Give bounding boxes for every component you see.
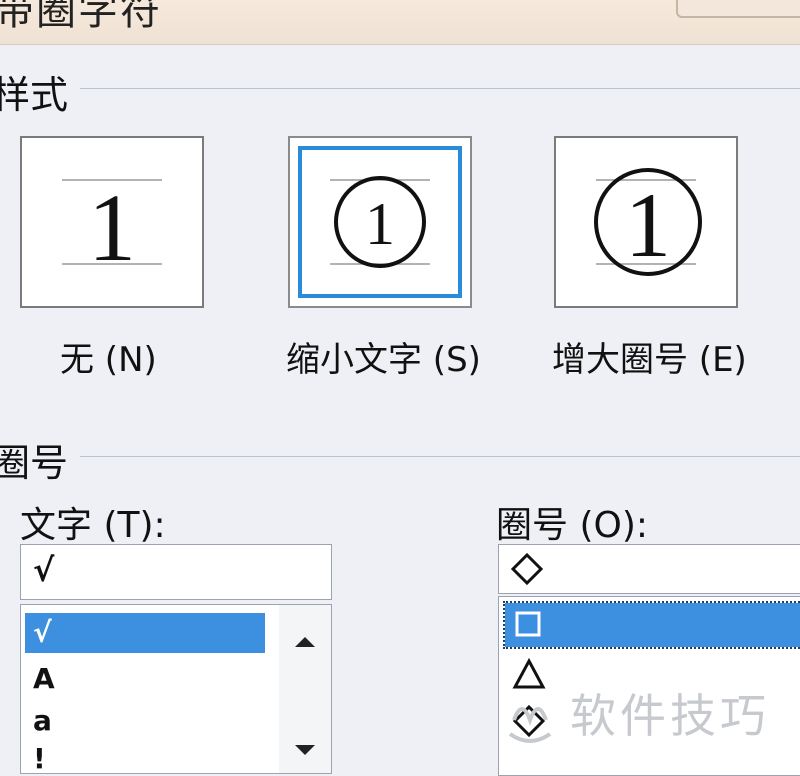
style-section-label: 样式 [0,73,69,117]
style-option-shrink-text[interactable]: 1 [288,136,472,308]
ring-section-divider [80,456,800,457]
scroll-down-icon[interactable] [295,745,315,755]
ring-section-label: 圈号 [0,441,69,485]
text-listbox[interactable]: √ A a ! [20,604,332,774]
ring-list-item[interactable] [503,601,800,649]
close-button[interactable] [676,0,800,18]
enclosure-circle-icon [334,176,426,268]
text-list-item[interactable]: a [25,701,265,741]
text-field-label: 文字 (T): [20,505,166,546]
style-option-enlarge-ring[interactable]: 1 [554,136,738,308]
style-option-shrink-label: 缩小文字 (S) [286,340,481,380]
triangle-icon [512,657,546,689]
style-glyph-shrink: 1 [365,191,395,257]
style-preview-enlarge: 1 [594,168,702,276]
text-input[interactable]: √ [20,544,332,600]
title-bar: 带圈字符 [0,0,800,45]
window-title: 带圈字符 [0,0,162,34]
style-preview-shrink: 1 [330,176,430,268]
ring-field-label: 圈号 (O): [496,505,648,546]
watermark-text: 软件技巧 [570,689,770,743]
text-list-item[interactable]: A [25,659,265,699]
diamond-icon [510,552,544,586]
vertical-scrollbar[interactable] [279,605,331,773]
scroll-up-icon[interactable] [295,637,315,647]
style-option-none-label: 无 (N) [60,340,157,380]
style-option-none[interactable]: 1 [20,136,204,308]
square-icon [515,611,541,637]
text-input-value: √ [33,551,55,589]
style-glyph-none: 1 [88,174,136,281]
text-list-item[interactable]: √ [25,613,265,653]
text-list-item[interactable]: ! [25,739,265,773]
style-glyph-enlarge: 1 [625,174,671,276]
style-section-divider [80,88,800,89]
style-option-enlarge-label: 增大圈号 (E) [552,340,747,380]
ring-input[interactable] [498,544,800,594]
watermark-logo-icon [508,707,552,743]
style-preview-none: 1 [62,174,162,281]
